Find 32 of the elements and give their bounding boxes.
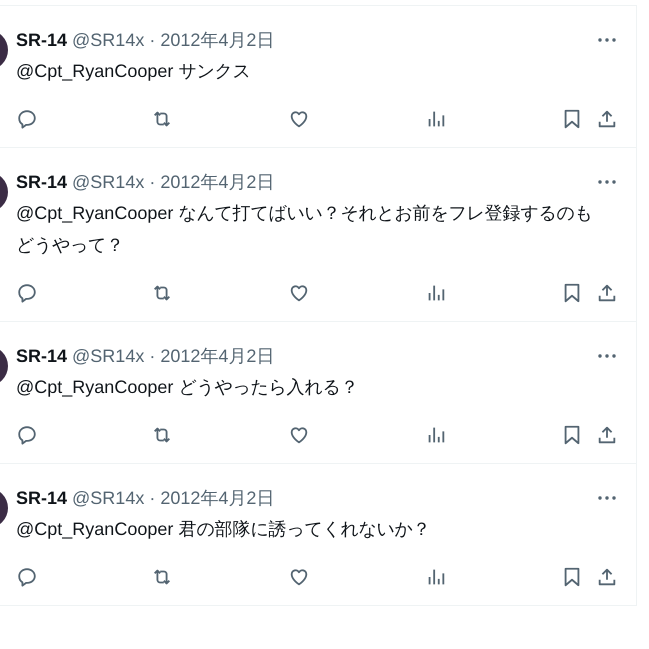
post-text: @Cpt_RyanCooper どうやったら入れる？ bbox=[16, 376, 360, 399]
more-icon[interactable] bbox=[598, 38, 616, 42]
user-handle[interactable]: @SR14x bbox=[72, 30, 144, 50]
user-handle[interactable]: @SR14x bbox=[72, 172, 144, 192]
post-text: @Cpt_RyanCooper 君の部隊に誘ってくれないか？ bbox=[16, 518, 432, 541]
reply-icon[interactable] bbox=[16, 108, 38, 130]
reply-icon[interactable] bbox=[16, 424, 38, 446]
post-date[interactable]: 2012年4月2日 bbox=[160, 344, 274, 368]
separator-dot: · bbox=[149, 172, 156, 192]
user-name[interactable]: SR-14 bbox=[16, 346, 68, 366]
share-icon[interactable] bbox=[596, 566, 618, 588]
post-text: @Cpt_RyanCooper なんて打てばいい？それとお前をフレ登録するのもどうやって？ bbox=[16, 202, 594, 257]
post-date[interactable]: 2012年4月2日 bbox=[160, 170, 274, 194]
user-name[interactable]: SR-14 bbox=[16, 30, 68, 50]
post-date[interactable]: 2012年4月2日 bbox=[160, 486, 274, 510]
separator-dot: · bbox=[149, 30, 156, 50]
reply-icon[interactable] bbox=[16, 282, 38, 304]
share-icon[interactable] bbox=[596, 424, 618, 446]
user-handle[interactable]: @SR14x bbox=[72, 488, 144, 508]
user-name[interactable]: SR-14 bbox=[16, 488, 68, 508]
separator-dot: · bbox=[149, 346, 156, 366]
post-text: @Cpt_RyanCooper サンクス bbox=[16, 60, 252, 83]
more-icon[interactable] bbox=[598, 496, 616, 500]
more-icon[interactable] bbox=[598, 354, 616, 358]
more-icon[interactable] bbox=[598, 180, 616, 184]
reply-icon[interactable] bbox=[16, 566, 38, 588]
user-name[interactable]: SR-14 bbox=[16, 172, 68, 192]
share-icon[interactable] bbox=[596, 282, 618, 304]
separator-dot: · bbox=[149, 488, 156, 508]
post-date[interactable]: 2012年4月2日 bbox=[160, 28, 274, 52]
share-icon[interactable] bbox=[596, 108, 618, 130]
user-handle[interactable]: @SR14x bbox=[72, 346, 144, 366]
